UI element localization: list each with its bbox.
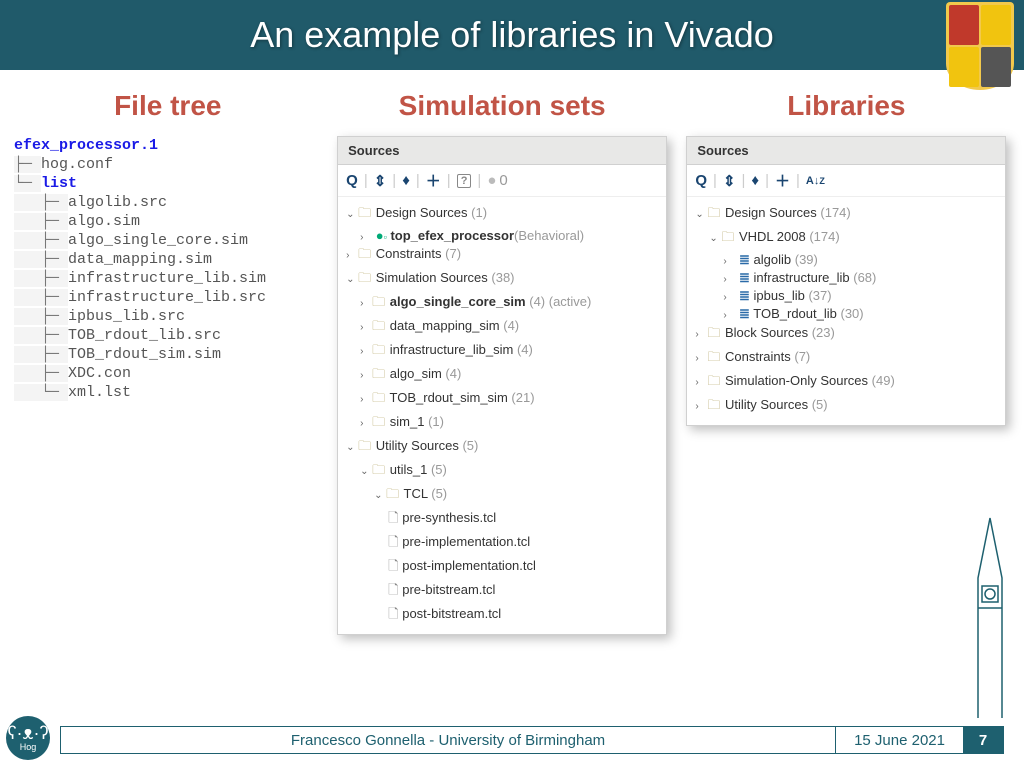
- panel-toolbar: Q | ⇕ | ♦ | ＋ | A↓Z: [687, 165, 1005, 197]
- list-item: ipbus_lib.src: [68, 308, 185, 325]
- tree-node[interactable]: ›🗀 Block Sources (23): [691, 323, 1001, 347]
- sources-panel-lib: Sources Q | ⇕ | ♦ | ＋ | A↓Z ⌄🗀 Design So…: [686, 136, 1006, 426]
- libs-column: Libraries Sources Q | ⇕ | ♦ | ＋ | A↓Z ⌄🗀…: [679, 90, 1014, 635]
- list-item: XDC.con: [68, 365, 131, 382]
- tree-node[interactable]: › ≣ TOB_rdout_lib (30): [691, 305, 1001, 323]
- list-item: TOB_rdout_sim.sim: [68, 346, 221, 363]
- tree-node[interactable]: ⌄🗀 Simulation Sources (38): [342, 268, 662, 292]
- help-icon[interactable]: ?: [457, 174, 472, 188]
- list-item: xml.lst: [68, 384, 131, 401]
- simsets-column: Simulation sets Sources Q | ⇕ | ♦ | ＋ | …: [330, 90, 675, 635]
- status-badge: ●0: [487, 172, 507, 189]
- sort-icon[interactable]: A↓Z: [806, 175, 825, 187]
- list-item: hog.conf: [41, 156, 113, 173]
- tree-node[interactable]: ›🗀 Simulation-Only Sources (49): [691, 371, 1001, 395]
- tree-node[interactable]: ⌄🗀 utils_1 (5): [342, 460, 662, 484]
- tree-node[interactable]: › ≣ infrastructure_lib (68): [691, 269, 1001, 287]
- list-item: infrastructure_lib.src: [68, 289, 266, 306]
- title-bar: An example of libraries in Vivado: [0, 0, 1024, 70]
- tree-node[interactable]: 🗋 pre-synthesis.tcl: [342, 508, 662, 532]
- tree-node[interactable]: ⌄🗀 Design Sources (174): [691, 203, 1001, 227]
- tree-node[interactable]: 🗋 pre-bitstream.tcl: [342, 580, 662, 604]
- tree-node[interactable]: ⌄🗀 Utility Sources (5): [342, 436, 662, 460]
- tree-node[interactable]: ›🗀 Constraints (7): [342, 244, 662, 268]
- panel-header: Sources: [687, 137, 1005, 165]
- tree-node[interactable]: ›🗀 Constraints (7): [691, 347, 1001, 371]
- footer-date: 15 June 2021: [835, 727, 963, 753]
- filetree-column: File tree efex_processor.1 ├─ hog.conf └…: [10, 90, 326, 635]
- simsets-heading: Simulation sets: [399, 90, 606, 122]
- tree-node[interactable]: ⌄🗀 VHDL 2008 (174): [691, 227, 1001, 251]
- tree-node[interactable]: ›🗀 algo_single_core_sim (4) (active): [342, 292, 662, 316]
- list-item: data_mapping.sim: [68, 251, 212, 268]
- filetree: efex_processor.1 ├─ hog.conf └─ list ├─ …: [10, 136, 266, 402]
- list-item: TOB_rdout_lib.src: [68, 327, 221, 344]
- footer-author: Francesco Gonnella - University of Birmi…: [61, 732, 835, 749]
- tree-node[interactable]: ›🗀 data_mapping_sim (4): [342, 316, 662, 340]
- tree-node[interactable]: ›🗀 infrastructure_lib_sim (4): [342, 340, 662, 364]
- search-icon[interactable]: Q: [346, 172, 358, 189]
- expand-icon[interactable]: ♦: [751, 172, 759, 189]
- list-item: algolib.src: [68, 194, 167, 211]
- footer: Francesco Gonnella - University of Birmi…: [60, 726, 1004, 754]
- list-item: algo_single_core.sim: [68, 232, 248, 249]
- logo-label: Hog: [20, 742, 37, 752]
- tree-node[interactable]: 🗋 post-implementation.tcl: [342, 556, 662, 580]
- libs-tree: ⌄🗀 Design Sources (174) ⌄🗀 VHDL 2008 (17…: [687, 197, 1005, 425]
- tree-node[interactable]: 🗋 post-bitstream.tcl: [342, 604, 662, 628]
- filetree-root: efex_processor.1: [14, 136, 266, 155]
- panel-toolbar: Q | ⇕ | ♦ | ＋ | ? | ●0: [338, 165, 666, 197]
- list-item: list: [41, 175, 77, 192]
- filetree-heading: File tree: [114, 90, 221, 122]
- collapse-icon[interactable]: ⇕: [723, 172, 736, 190]
- university-crest-icon: [946, 2, 1014, 90]
- list-item: algo.sim: [68, 213, 140, 230]
- tree-node[interactable]: 🗋 pre-implementation.tcl: [342, 532, 662, 556]
- clocktower-icon: [968, 508, 1012, 718]
- libs-heading: Libraries: [787, 90, 905, 122]
- tree-node[interactable]: ⌄🗀 TCL (5): [342, 484, 662, 508]
- tree-node[interactable]: › ≣ ipbus_lib (37): [691, 287, 1001, 305]
- add-icon[interactable]: ＋: [426, 170, 441, 191]
- list-item: infrastructure_lib.sim: [68, 270, 266, 287]
- content-area: File tree efex_processor.1 ├─ hog.conf └…: [0, 70, 1024, 635]
- slide-title: An example of libraries in Vivado: [250, 14, 774, 56]
- sources-panel-sim: Sources Q | ⇕ | ♦ | ＋ | ? | ●0 ⌄🗀 Design…: [337, 136, 667, 635]
- tree-node[interactable]: › ●▫ top_efex_processor(Behavioral): [342, 227, 662, 244]
- tree-node[interactable]: ⌄🗀 Design Sources (1): [342, 203, 662, 227]
- tree-node[interactable]: ›🗀 TOB_rdout_sim_sim (21): [342, 388, 662, 412]
- collapse-icon[interactable]: ⇕: [374, 172, 387, 190]
- expand-icon[interactable]: ♦: [402, 172, 410, 189]
- tree-node[interactable]: › ≣ algolib (39): [691, 251, 1001, 269]
- panel-header: Sources: [338, 137, 666, 165]
- tree-node[interactable]: ›🗀 algo_sim (4): [342, 364, 662, 388]
- add-icon[interactable]: ＋: [775, 170, 790, 191]
- tree-node[interactable]: ›🗀 sim_1 (1): [342, 412, 662, 436]
- search-icon[interactable]: Q: [695, 172, 707, 189]
- hog-logo-icon: ʕ·ᴥ·ʔ Hog: [6, 716, 50, 760]
- footer-page: 7: [963, 727, 1003, 753]
- sources-tree: ⌄🗀 Design Sources (1) › ●▫ top_efex_proc…: [338, 197, 666, 634]
- tree-node[interactable]: ›🗀 Utility Sources (5): [691, 395, 1001, 419]
